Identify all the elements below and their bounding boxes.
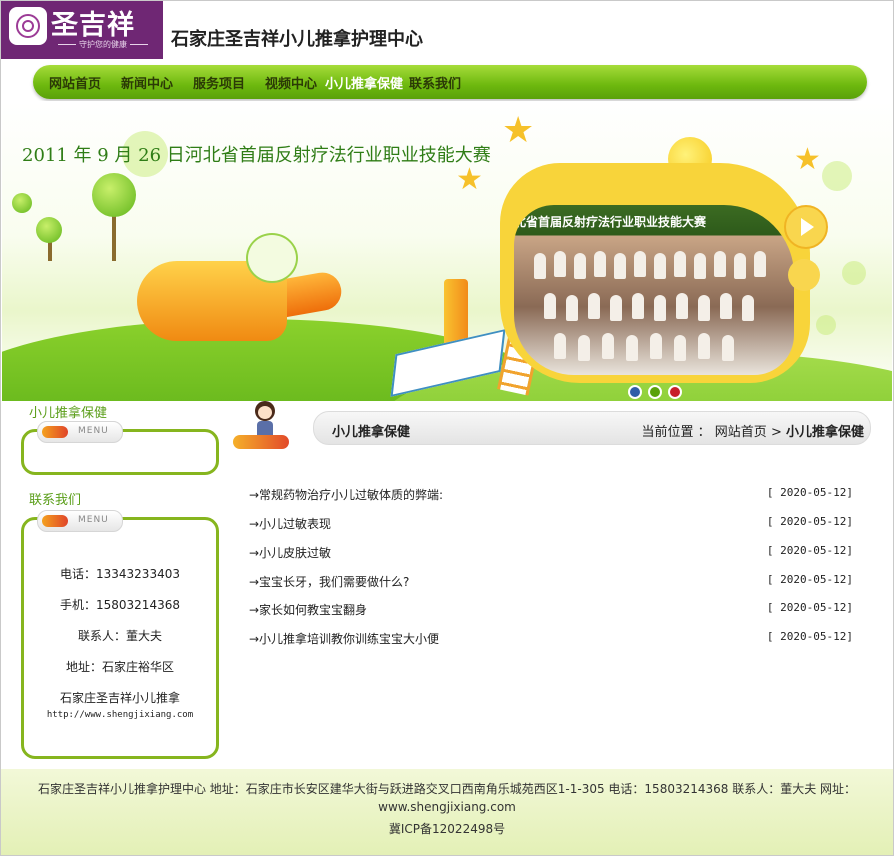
sidebar-contact-title: 联系我们 (29, 493, 82, 508)
site-title: 石家庄圣吉祥小儿推拿护理中心 (171, 29, 423, 50)
news-link[interactable]: →宝宝长牙，我们需要做什么? (249, 573, 409, 590)
tree-icon (92, 173, 136, 217)
menu-tab-contact: MENU (37, 510, 123, 532)
contact-url-link[interactable]: http://www.shengjixiang.com (24, 710, 216, 720)
news-row: →家长如何教宝宝翻身 [ 2020-05-12] (249, 601, 853, 621)
site-logo[interactable]: 圣吉祥 守护您的健康 (1, 1, 163, 59)
sprout-character-icon (246, 233, 298, 283)
news-link[interactable]: →常规药物治疗小儿过敏体质的弊端: (249, 486, 443, 503)
news-date: [ 2020-05-12] (766, 601, 853, 614)
banner-title: 2011 年 9 月 26 日河北省首届反射疗法行业职业技能大赛 (22, 145, 491, 166)
breadcrumb-separator: > (770, 425, 782, 440)
contact-company: 石家庄圣吉祥小儿推拿 (59, 691, 180, 705)
news-link[interactable]: →家长如何教宝宝翻身 (249, 601, 367, 618)
main-nav: 网站首页 新闻中心 服务项目 视频中心 小儿推拿保健 联系我们 (33, 65, 867, 99)
news-date: [ 2020-05-12] (766, 515, 853, 528)
tree-icon (12, 193, 32, 213)
girl-riding-pencil-icon (231, 399, 291, 463)
nav-item-massage-care[interactable]: 小儿推拿保健 (325, 73, 403, 92)
news-link[interactable]: →小儿推拿培训教你训练宝宝大小便 (249, 630, 439, 647)
site-footer: 石家庄圣吉祥小儿推拿护理中心 地址：石家庄市长安区建华大街与跃进路交叉口西南角乐… (1, 769, 893, 855)
photo-caption: 北省首届反射疗法行业职业技能大赛 (514, 215, 707, 229)
news-row: →小儿皮肤过敏 [ 2020-05-12] (249, 544, 853, 564)
breadcrumb-prefix: 当前位置 ： (641, 425, 711, 440)
news-date: [ 2020-05-12] (766, 573, 853, 586)
news-row: →宝宝长牙，我们需要做什么? [ 2020-05-12] (249, 573, 853, 593)
nav-item-home[interactable]: 网站首页 (49, 73, 101, 92)
news-date: [ 2020-05-12] (766, 630, 853, 643)
sidebar-category-title: 小儿推拿保健 (29, 406, 108, 421)
contact-mobile: 手机：15803214368 (60, 598, 180, 612)
slide-dot[interactable] (648, 385, 662, 399)
pause-icon[interactable] (788, 259, 820, 291)
group-photo: 北省首届反射疗法行业职业技能大赛 (514, 205, 794, 375)
tree-icon (36, 217, 62, 243)
slide-dot[interactable] (628, 385, 642, 399)
play-icon[interactable] (784, 205, 828, 249)
breadcrumb-bar: 小儿推拿保健 当前位置 ： 网站首页 > 小儿推拿保健 (313, 411, 871, 445)
breadcrumb-current: 小儿推拿保健 (785, 425, 864, 440)
page-frame: 圣吉祥 守护您的健康 石家庄圣吉祥小儿推拿护理中心 网站首页 新闻中心 服务项目… (0, 0, 894, 856)
nav-item-video[interactable]: 视频中心 (265, 73, 317, 92)
nav-item-services[interactable]: 服务项目 (193, 73, 245, 92)
news-row: →常规药物治疗小儿过敏体质的弊端: [ 2020-05-12] (249, 486, 853, 506)
contact-address: 地址：石家庄裕华区 (65, 660, 174, 674)
footer-website-link[interactable]: www.shengjixiang.com (1, 800, 893, 814)
news-link[interactable]: →小儿皮肤过敏 (249, 544, 331, 561)
hero-banner[interactable]: 2011 年 9 月 26 日河北省首届反射疗法行业职业技能大赛 ★ ★ ★ 北… (2, 101, 892, 401)
menu-label: MENU (78, 515, 109, 525)
rocket-icon (42, 426, 68, 438)
news-row: →小儿过敏表现 [ 2020-05-12] (249, 515, 853, 535)
news-row: →小儿推拿培训教你训练宝宝大小便 [ 2020-05-12] (249, 630, 853, 650)
breadcrumb-home-link[interactable]: 网站首页 (715, 425, 767, 440)
contact-box: 电话：13343233403 手机：15803214368 联系人：董大夫 地址… (21, 517, 219, 759)
menu-tab-overlay: MENU (37, 421, 123, 443)
star-icon: ★ (502, 110, 535, 151)
contact-phone: 电话：13343233403 (60, 567, 180, 581)
star-icon: ★ (794, 142, 821, 177)
menu-label: MENU (78, 426, 109, 436)
nav-item-contact[interactable]: 联系我们 (409, 73, 461, 92)
logo-slogan: 守护您的健康 (53, 39, 153, 50)
breadcrumb: 当前位置 ： 网站首页 > 小儿推拿保健 (642, 421, 865, 440)
section-title: 小儿推拿保健 (332, 425, 411, 440)
footer-address: 石家庄圣吉祥小儿推拿护理中心 地址：石家庄市长安区建华大街与跃进路交叉口西南角乐… (37, 782, 857, 796)
star-icon: ★ (456, 162, 483, 197)
logo-name: 圣吉祥 (51, 10, 135, 41)
footer-icp[interactable]: 冀ICP备12022498号 (1, 820, 893, 837)
news-date: [ 2020-05-12] (766, 544, 853, 557)
news-date: [ 2020-05-12] (766, 486, 853, 499)
logo-mark-icon (9, 7, 47, 45)
nav-item-news[interactable]: 新闻中心 (121, 73, 173, 92)
news-link[interactable]: →小儿过敏表现 (249, 515, 331, 532)
slide-dot[interactable] (668, 385, 682, 399)
contact-person: 联系人：董大夫 (77, 629, 162, 643)
rocket-icon (42, 515, 68, 527)
